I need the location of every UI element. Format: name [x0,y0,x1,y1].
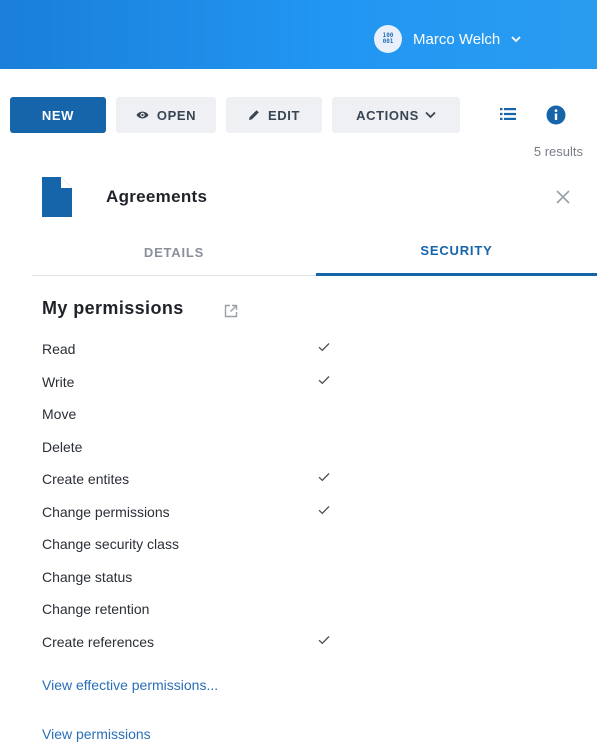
permission-label: Move [42,406,77,423]
chevron-down-icon [511,36,521,43]
permission-row: Delete [42,431,362,464]
permission-row: Read [42,333,362,366]
list-view-icon[interactable] [500,108,516,120]
permission-label: Create entites [42,471,130,488]
pencil-icon [248,110,259,120]
permission-row: Change retention [42,593,362,626]
open-button[interactable]: OPEN [116,97,216,133]
top-bar: 100 001 Marco Welch [0,0,597,69]
permission-row: Create entites [42,463,362,496]
user-menu[interactable]: 100 001 Marco Welch [374,23,522,55]
external-link-icon[interactable] [224,304,238,318]
document-icon [42,177,72,217]
permission-label: Read [42,341,76,358]
tab-bar: DETAILS SECURITY [32,228,597,276]
permission-row: Create references [42,626,362,659]
results-count: 5 results [533,144,583,159]
panel-title: Agreements [106,187,208,206]
edit-button[interactable]: EDIT [226,97,322,133]
permission-row: Change permissions [42,496,362,529]
actions-button[interactable]: ACTIONS [332,97,460,133]
open-button-label: OPEN [156,107,197,123]
permission-label: Change retention [42,601,150,618]
tab-security-label: SECURITY [420,243,493,258]
avatar: 100 001 [374,25,402,53]
permission-label: Create references [42,633,155,650]
permissions-list: Read Write Move Delete Create entites Change … [42,333,362,658]
info-icon[interactable] [546,105,566,125]
permission-label: Write [42,373,75,390]
avatar-text: 100 001 [382,32,394,45]
permission-row: Change status [42,561,362,594]
tab-security[interactable]: SECURITY [316,228,597,276]
checkmark-icon [318,343,330,352]
checkmark-icon [318,635,330,644]
view-effective-permissions-link[interactable]: View effective permissions... [42,677,218,693]
eye-icon [136,111,149,119]
permission-row: Change security class [42,528,362,561]
permission-row: Write [42,366,362,399]
checkmark-icon [318,375,330,384]
close-icon[interactable] [556,190,570,204]
user-name: Marco Welch [413,30,501,48]
permission-label: Change status [42,568,133,585]
new-button-label: NEW [41,107,75,123]
checkmark-icon [318,505,330,514]
permissions-heading: My permissions [42,298,184,318]
permission-label: Change permissions [42,503,170,520]
tab-details[interactable]: DETAILS [32,228,316,276]
permission-label: Delete [42,438,83,455]
new-button[interactable]: NEW [10,97,106,133]
edit-button-label: EDIT [267,107,300,123]
tab-details-label: DETAILS [143,244,205,260]
actions-button-label: ACTIONS [356,107,419,123]
permission-row: Move [42,398,362,431]
checkmark-icon [318,473,330,482]
panel-header: Agreements [42,177,582,217]
chevron-down-icon [425,111,436,119]
permission-label: Change security class [42,536,179,553]
